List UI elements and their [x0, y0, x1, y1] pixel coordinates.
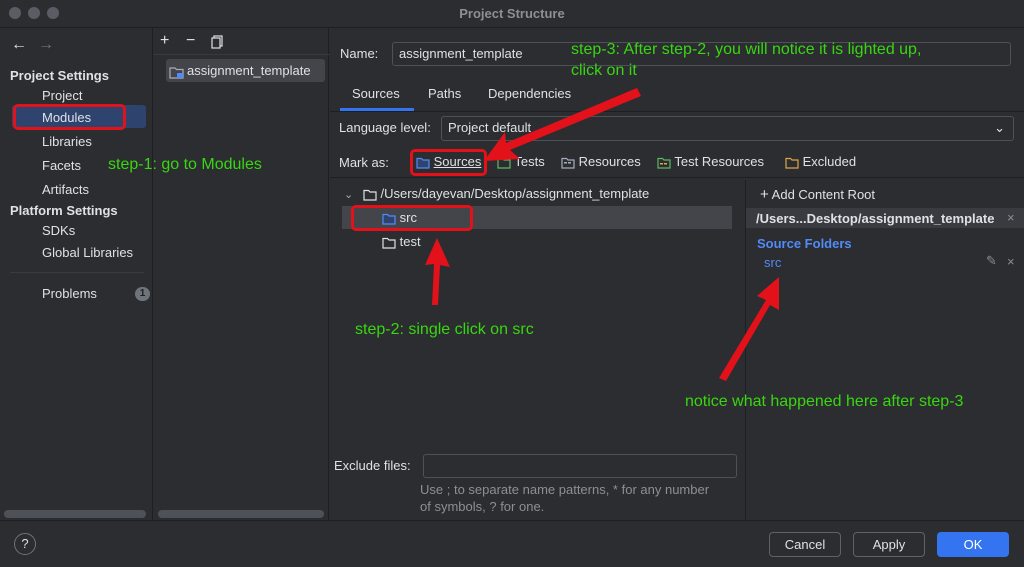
arrow-step-2 [425, 238, 450, 305]
arrow-notice [719, 277, 779, 381]
annotation-arrows [425, 88, 779, 381]
arrow-step-3 [484, 88, 641, 161]
